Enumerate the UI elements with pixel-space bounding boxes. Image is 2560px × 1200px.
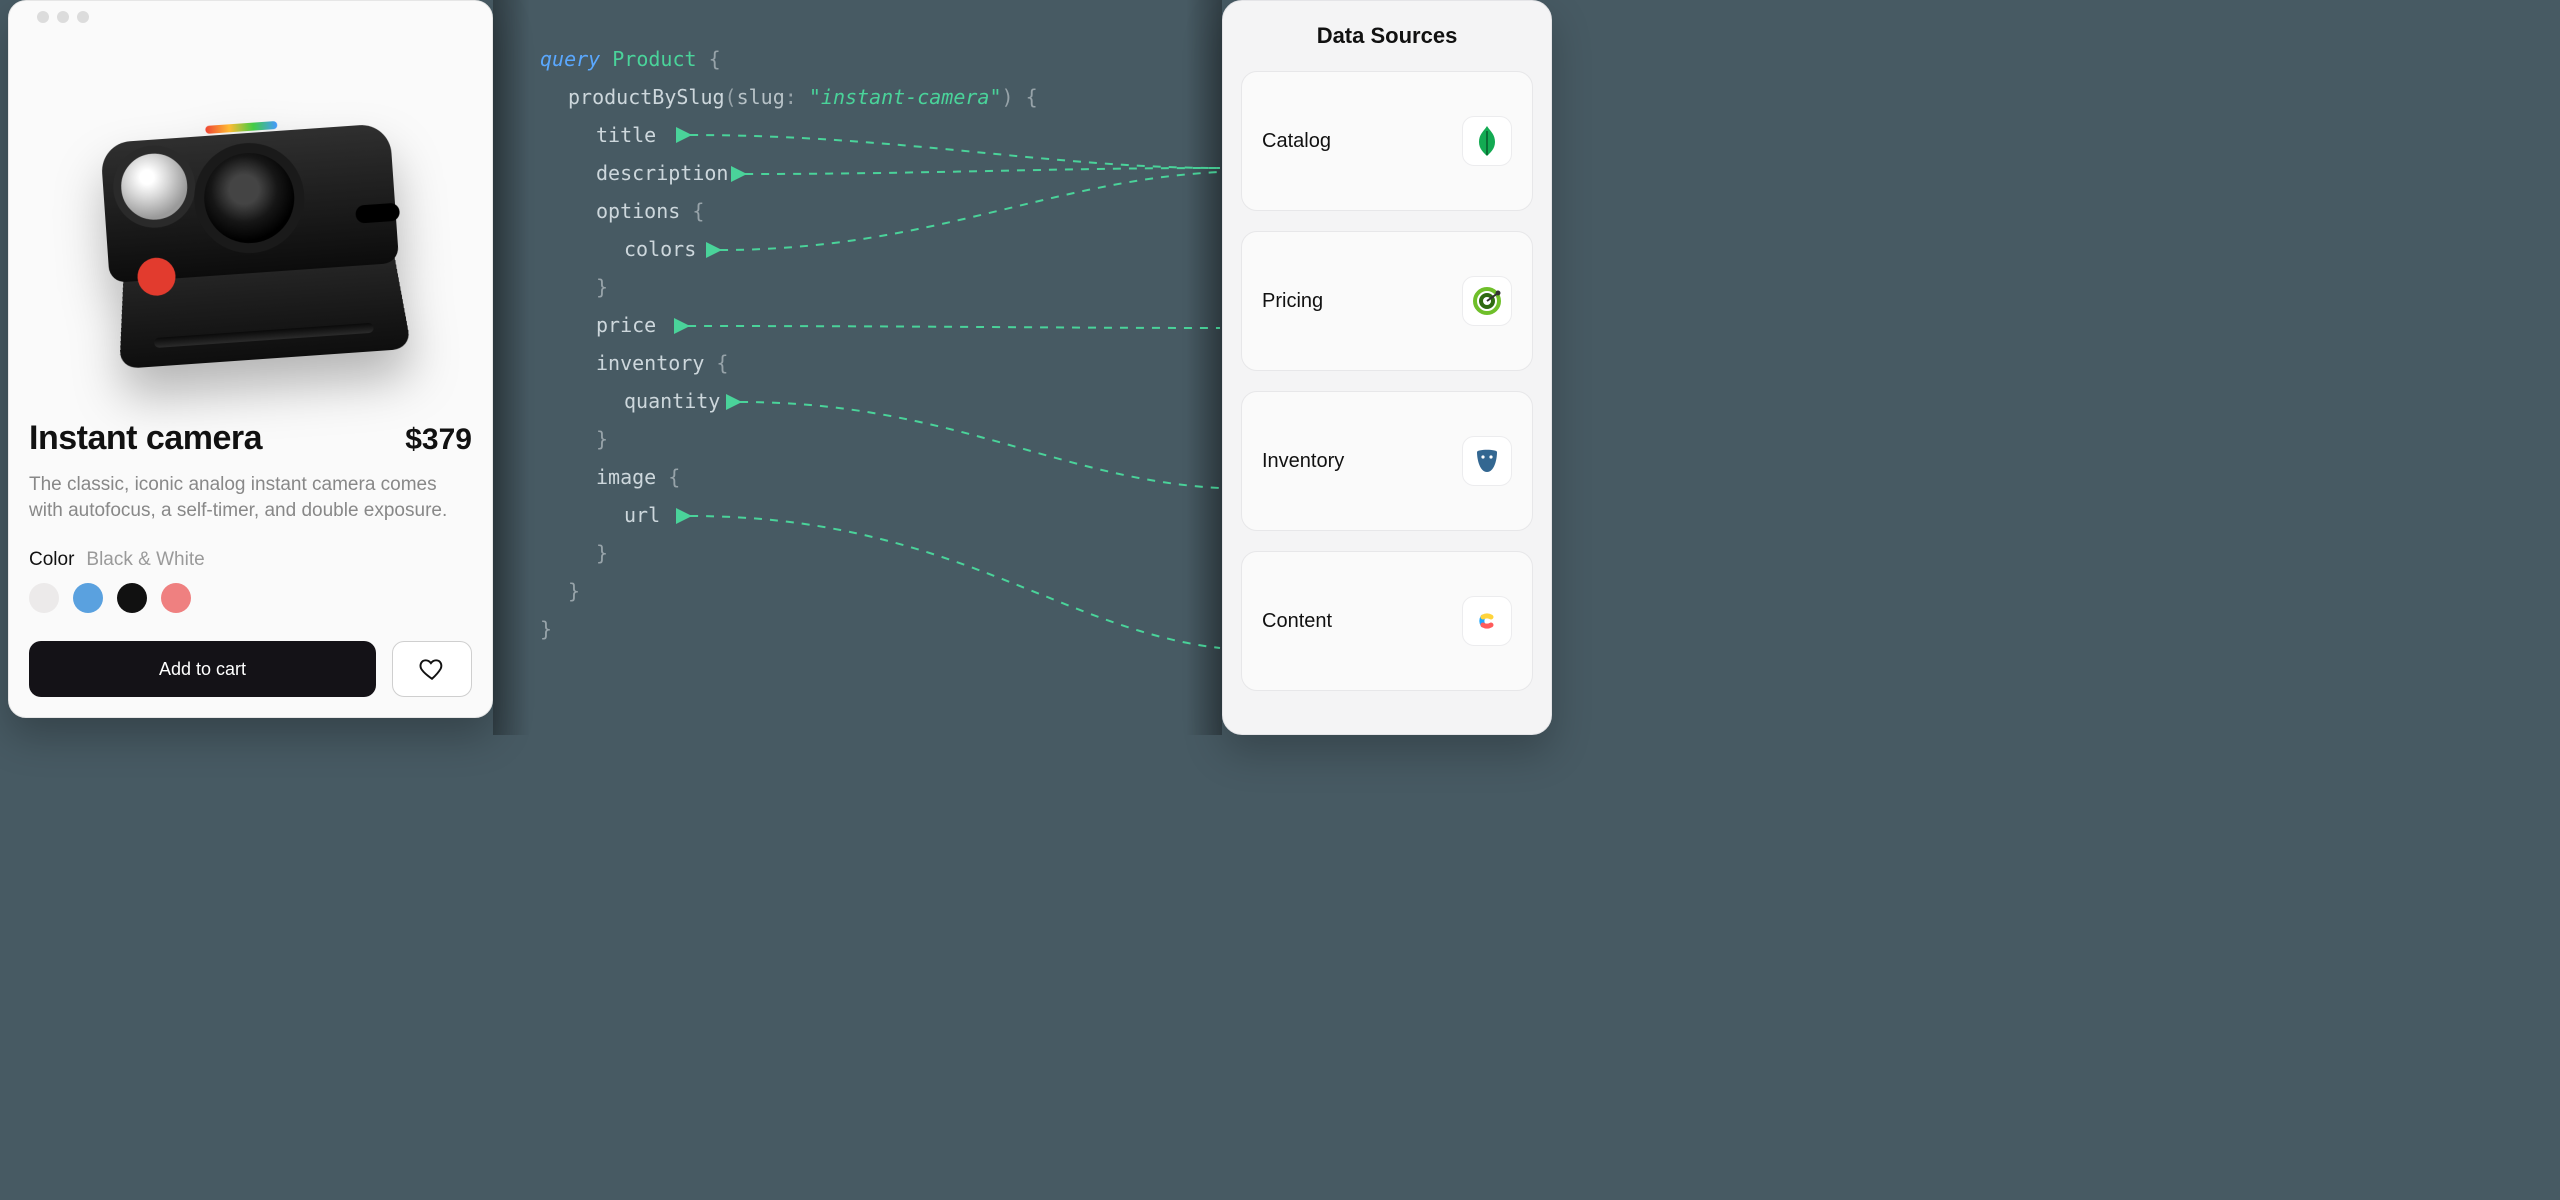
source-label: Pricing: [1262, 290, 1323, 313]
product-price: $379: [405, 423, 472, 457]
field-colors: colors: [624, 237, 696, 261]
arg-name: slug: [737, 85, 785, 109]
field-price: price: [596, 313, 656, 337]
product-description: The classic, iconic analog instant camer…: [29, 472, 472, 525]
traffic-light-minimize[interactable]: [57, 11, 69, 23]
traffic-light-close[interactable]: [37, 11, 49, 23]
swatch-1[interactable]: [73, 583, 103, 613]
option-value: Black & White: [86, 549, 204, 571]
radar-icon: [1462, 276, 1512, 326]
add-to-cart-button[interactable]: Add to cart: [29, 641, 376, 697]
swatch-2[interactable]: [117, 583, 147, 613]
kw-query: query: [540, 47, 600, 71]
source-pricing[interactable]: Pricing: [1241, 231, 1533, 371]
sources-heading: Data Sources: [1241, 23, 1533, 49]
source-label: Catalog: [1262, 130, 1331, 153]
graphql-query: query Product { productBySlug(slug: "ins…: [540, 40, 1160, 648]
source-content[interactable]: Content: [1241, 551, 1533, 691]
data-sources-panel: Data Sources Catalog Pricing Inventory: [1222, 0, 1552, 735]
color-swatches: [29, 583, 472, 613]
swatch-0[interactable]: [29, 583, 59, 613]
source-catalog[interactable]: Catalog: [1241, 71, 1533, 211]
field-title: title: [596, 123, 656, 147]
field-quantity: quantity: [624, 389, 720, 413]
field-inventory: inventory: [596, 351, 704, 375]
source-inventory[interactable]: Inventory: [1241, 391, 1533, 531]
postgres-icon: [1462, 436, 1512, 486]
arg-value: "instant-camera": [809, 85, 1002, 109]
field-image: image: [596, 465, 656, 489]
mongodb-icon: [1462, 116, 1512, 166]
option-label: Color: [29, 549, 74, 571]
field-options: options: [596, 199, 680, 223]
traffic-light-zoom[interactable]: [77, 11, 89, 23]
source-label: Content: [1262, 610, 1332, 633]
op-name: Product: [612, 47, 696, 71]
favorite-button[interactable]: [392, 641, 472, 697]
heart-icon: [419, 656, 445, 682]
product-image: [29, 33, 472, 413]
window-titlebar: [29, 1, 472, 33]
field-description: description: [596, 161, 728, 185]
swatch-3[interactable]: [161, 583, 191, 613]
source-label: Inventory: [1262, 450, 1344, 473]
product-title: Instant camera: [29, 419, 262, 458]
product-card: Instant camera $379 The classic, iconic …: [8, 0, 493, 718]
root-field: productBySlug: [568, 85, 725, 109]
contentful-icon: [1462, 596, 1512, 646]
field-url: url: [624, 503, 660, 527]
